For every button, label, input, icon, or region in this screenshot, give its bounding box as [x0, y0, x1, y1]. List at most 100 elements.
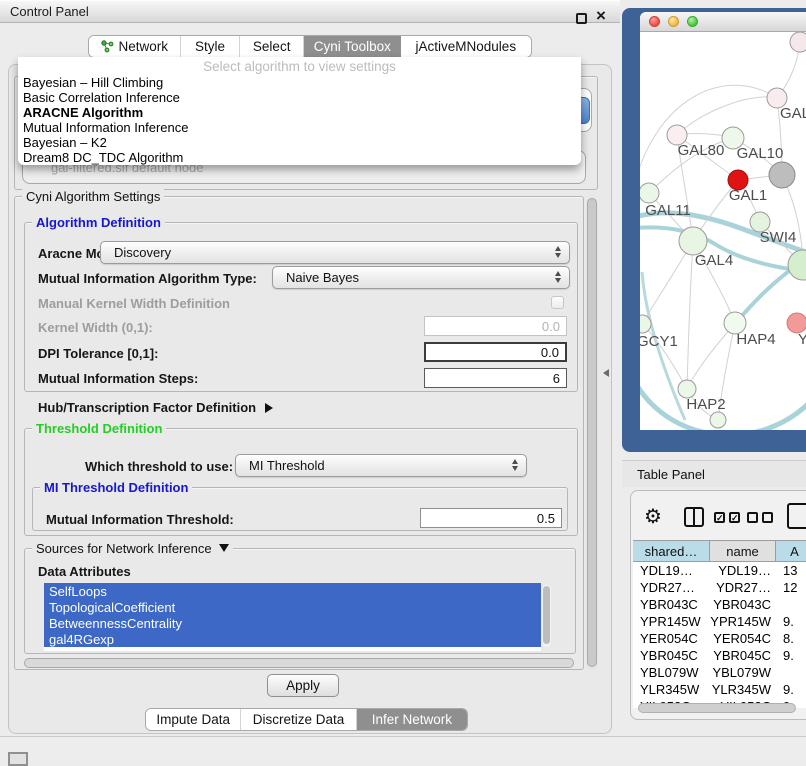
settings-horizontal-scrollbar[interactable] [20, 657, 580, 670]
mi-steps-value: 6 [553, 371, 560, 386]
column-header-shared[interactable]: shared… [633, 540, 710, 562]
list-item[interactable]: SelfLoops [44, 583, 541, 599]
tab-select-label: Select [253, 39, 291, 54]
table-row[interactable]: YLR345WYLR345W9. [633, 681, 806, 698]
table-row[interactable]: YPR145WYPR145W9. [633, 613, 806, 630]
hub-definition-toggle[interactable]: Hub/Transcription Factor Definition [38, 400, 273, 415]
node-right-clipped[interactable] [788, 250, 806, 280]
table-header: shared… name A [633, 540, 806, 562]
network-canvas[interactable]: GAL GAL80 GAL10 GAL1 GAL11 SWI4 GAL4 GCY… [640, 32, 806, 430]
tab-jactivemnodules[interactable]: jActiveMNodules [401, 36, 531, 57]
document-icon[interactable] [787, 503, 806, 529]
node-unlabeled-gray[interactable] [769, 162, 795, 188]
bottom-strip [0, 737, 806, 762]
node-top-clipped[interactable] [790, 32, 806, 52]
mi-steps-label: Mutual Information Steps: [38, 371, 198, 386]
kernel-width-label: Kernel Width (0,1): [38, 320, 153, 335]
tab-impute-data[interactable]: Impute Data [146, 709, 241, 730]
tab-style[interactable]: Style [181, 36, 241, 57]
mi-threshold-label: Mutual Information Threshold: [46, 512, 234, 527]
which-threshold-select[interactable]: MI Threshold [235, 454, 527, 477]
network-window-titlebar [640, 12, 806, 32]
dropdown-item[interactable]: Bayesian – K2 [18, 135, 581, 150]
column-header-clipped-label: A [790, 544, 799, 559]
node-label-gal10: GAL10 [737, 145, 784, 162]
manual-kernel-checkbox[interactable] [551, 296, 564, 309]
table-row[interactable]: YER054CYER054C8. [633, 630, 806, 647]
table-row[interactable]: YDL19…YDL19…13 [633, 562, 806, 579]
column-header-name-label: name [726, 544, 759, 559]
list-item[interactable]: gal4RGexp [44, 631, 541, 647]
tab-select[interactable]: Select [240, 36, 304, 57]
tab-network[interactable]: Network [89, 36, 181, 57]
table-row[interactable]: YBR043CYBR043C [633, 596, 806, 613]
cyni-algorithm-settings-title: Cyni Algorithm Settings [22, 189, 164, 204]
node-gal11[interactable] [640, 183, 659, 203]
node-label-gal11: GAL11 [645, 202, 691, 219]
table-horizontal-scrollbar[interactable] [634, 702, 806, 714]
mi-steps-input[interactable]: 6 [424, 368, 567, 388]
manual-kernel-label: Manual Kernel Width Definition [38, 296, 230, 311]
gear-icon[interactable]: ⚙ [644, 504, 662, 530]
close-traffic-light-icon[interactable] [649, 16, 660, 27]
list-item[interactable]: BetweennessCentrality [44, 615, 541, 631]
mi-type-select[interactable]: Naive Bayes [272, 266, 570, 289]
table-row[interactable]: YDR27…YDR27…12 [633, 579, 806, 596]
dropdown-item-selected[interactable]: ARACNE Algorithm [18, 105, 581, 120]
network-icon [101, 40, 114, 53]
mi-threshold-value: 0.5 [537, 511, 555, 526]
dropdown-item[interactable]: Bayesian – Hill Climbing [18, 75, 581, 90]
dropdown-item[interactable]: Mutual Information Inference [18, 120, 581, 135]
node-label-gcy1: GCY1 [640, 333, 678, 350]
node-y-clipped[interactable] [787, 313, 806, 333]
combo-arrows-icon [512, 459, 518, 471]
sources-toggle[interactable]: Sources for Network Inference [32, 541, 233, 556]
table-row[interactable]: YBL079WYBL079W [633, 664, 806, 681]
node-gal4[interactable] [679, 227, 707, 255]
tab-cyni-toolbox[interactable]: Cyni Toolbox [304, 36, 401, 57]
node-label-gal80: GAL80 [678, 142, 725, 159]
column-header-name[interactable]: name [710, 540, 776, 562]
unchecked-checkbox-icon[interactable] [747, 512, 758, 523]
tab-discretize-data-label: Discretize Data [253, 712, 345, 727]
attributes-vertical-scrollbar[interactable] [542, 585, 551, 647]
panel-divider-arrow[interactable] [603, 369, 609, 377]
tab-infer-network-label: Infer Network [372, 712, 452, 727]
table-row[interactable]: YBR045CYBR045C9. [633, 647, 806, 664]
dropdown-item[interactable]: Basic Correlation Inference [18, 90, 581, 105]
zoom-traffic-light-icon[interactable] [687, 16, 698, 27]
tab-network-label: Network [119, 39, 169, 54]
checked-checkbox-icon[interactable]: ✓ [714, 512, 725, 523]
list-item[interactable]: TopologicalCoefficient [44, 599, 541, 615]
kernel-width-input[interactable]: 0.0 [424, 316, 567, 336]
columns-icon[interactable] [684, 507, 704, 527]
float-window-icon[interactable] [576, 13, 587, 24]
mi-type-value: Naive Bayes [286, 270, 359, 285]
unchecked-checkbox-icon[interactable] [762, 512, 773, 523]
tab-cyni-toolbox-label: Cyni Toolbox [314, 39, 391, 54]
tab-jactivemnodules-label: jActiveMNodules [416, 39, 517, 54]
apply-button[interactable]: Apply [267, 674, 339, 697]
tab-infer-network[interactable]: Infer Network [357, 709, 467, 730]
collapsed-arrow-icon [265, 403, 273, 413]
close-icon[interactable]: × [593, 6, 609, 26]
dpi-tolerance-input[interactable]: 0.0 [424, 342, 567, 362]
control-panel-tabbar: Network Style Select Cyni Toolbox jActiv… [88, 35, 532, 58]
dropdown-item[interactable]: Dream8 DC_TDC Algorithm [18, 150, 581, 165]
dpi-tolerance-value: 0.0 [541, 345, 559, 360]
minimize-traffic-light-icon[interactable] [668, 16, 679, 27]
node-label-gal4: GAL4 [695, 252, 733, 269]
algorithm-dropdown-popup: Select algorithm to view settings Bayesi… [18, 57, 581, 165]
tab-discretize-data[interactable]: Discretize Data [241, 709, 356, 730]
checked-checkbox-icon[interactable]: ✓ [729, 512, 740, 523]
aracne-mode-select[interactable]: Discovery [100, 241, 570, 264]
tab-impute-data-label: Impute Data [156, 712, 230, 727]
which-threshold-label: Which threshold to use: [85, 459, 233, 474]
node-bottom-clipped[interactable] [710, 412, 726, 428]
column-header-shared-label: shared… [645, 544, 698, 559]
clipped-panel-icon[interactable] [8, 752, 28, 766]
column-header-clipped[interactable]: A [776, 540, 806, 562]
mi-threshold-input[interactable]: 0.5 [420, 508, 562, 528]
node-label-gal1: GAL1 [729, 187, 767, 204]
settings-vertical-scrollbar[interactable] [586, 196, 598, 670]
